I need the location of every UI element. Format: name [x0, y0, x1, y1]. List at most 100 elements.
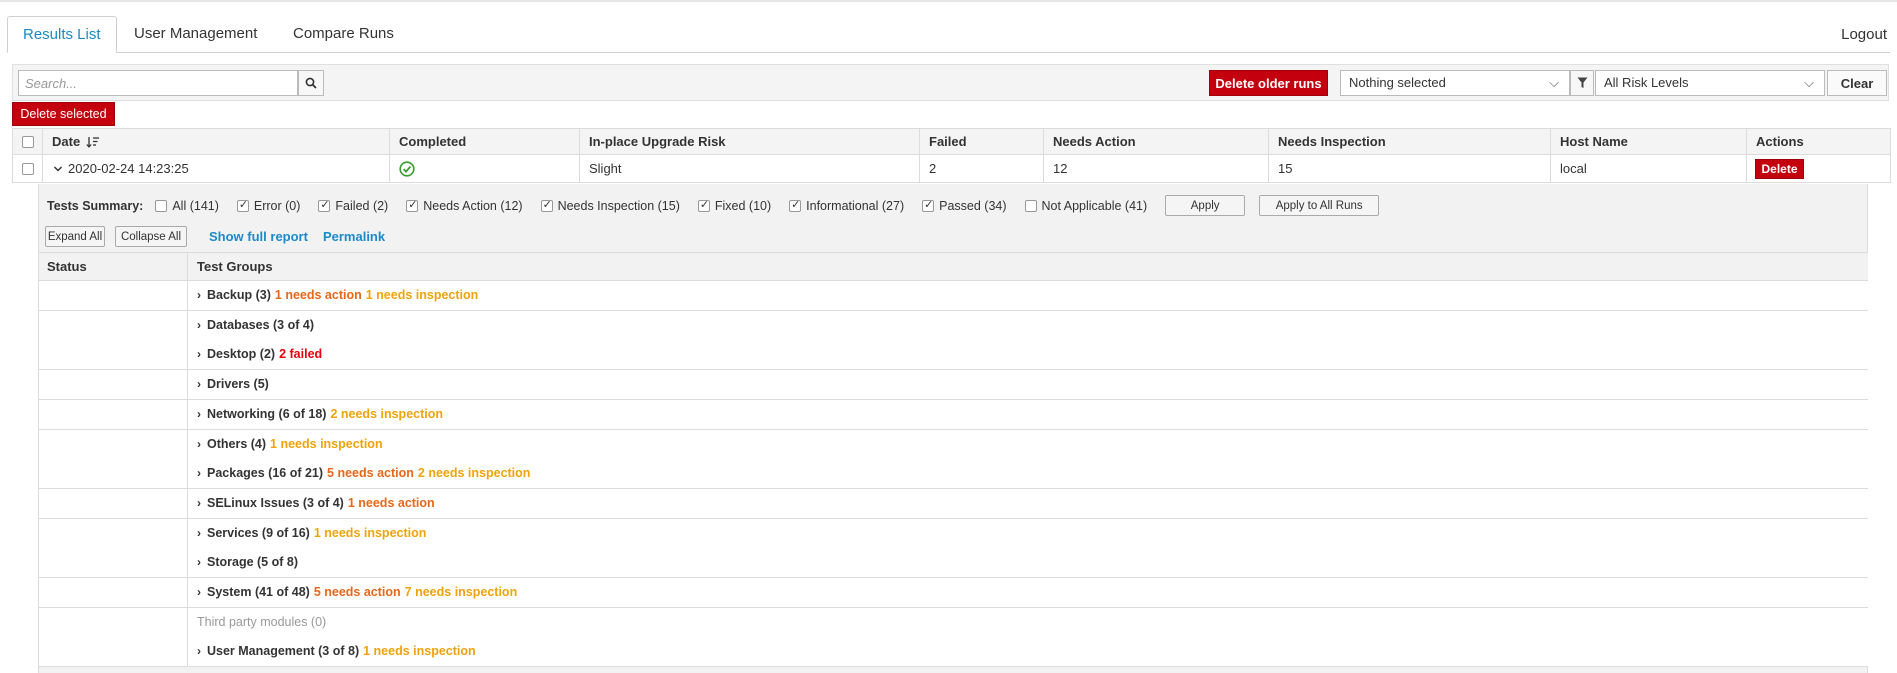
delete-selected-button[interactable]: Delete selected — [12, 102, 115, 126]
test-group-name-cell[interactable]: › Drivers (5) — [187, 370, 269, 400]
test-group-name-cell[interactable]: › Storage (5 of 8) — [187, 548, 298, 578]
column-header-actions: Actions — [1746, 129, 1891, 154]
test-group-status — [39, 430, 187, 459]
chevron-right-icon[interactable]: › — [197, 288, 201, 302]
filter-error-label: Error (0) — [253, 198, 301, 213]
chevron-right-icon[interactable]: › — [197, 496, 201, 510]
test-group-row[interactable]: › Backup (3) 1 needs action 1 needs inspect… — [39, 281, 1868, 311]
test-group-row[interactable]: › Services (9 of 16) 1 needs inspection — [39, 518, 1868, 549]
row-needs-action: 12 — [1043, 155, 1268, 182]
chevron-right-icon[interactable]: › — [197, 407, 201, 421]
filter-not-applicable[interactable]: Not Applicable (41) — [1024, 199, 1147, 213]
test-group-row[interactable]: › Networking (6 of 18) 2 needs inspection — [39, 399, 1868, 430]
test-group-name-cell[interactable]: › System (41 of 48) 5 needs action 7 needs … — [187, 578, 517, 607]
search-input[interactable] — [18, 70, 298, 96]
test-group-name-cell[interactable]: › Desktop (2) 2 failed — [187, 340, 322, 370]
filter-error-checkbox[interactable] — [236, 198, 249, 212]
filter-needs-inspection-checkbox[interactable] — [540, 198, 553, 212]
select-all-checkbox[interactable] — [22, 135, 34, 148]
chevron-right-icon[interactable]: › — [197, 585, 201, 599]
tab-compare-runs[interactable]: Compare Runs — [278, 16, 409, 53]
test-group-status-tag: 1 needs action — [274, 288, 362, 302]
test-group-row[interactable]: › SELinux Issues (3 of 4) 1 needs action — [39, 488, 1868, 519]
test-group-row[interactable]: Third party modules (0) — [39, 607, 1868, 638]
show-full-report-link[interactable]: Show full report — [209, 229, 308, 244]
row-date-cell[interactable]: 2020-02-24 14:23:25 — [42, 155, 389, 182]
expand-all-button[interactable]: Expand All — [45, 226, 105, 247]
filter-fixed-checkbox[interactable] — [697, 198, 710, 212]
column-header-date-label: Date — [52, 134, 81, 149]
test-group-name: Packages (16 of 21) — [207, 466, 324, 481]
tests-summary-label: Tests Summary: — [47, 198, 144, 213]
filter-needs-inspection[interactable]: Needs Inspection (15) — [540, 198, 680, 213]
test-group-row[interactable]: › Storage (5 of 8) — [39, 548, 1868, 579]
test-group-name: Backup (3) — [207, 288, 271, 302]
test-group-row[interactable]: › User Management (3 of 8) 1 needs inspect… — [39, 637, 1868, 668]
test-group-row[interactable]: › System (41 of 48) 5 needs action 7 needs … — [39, 578, 1868, 608]
filter-informational[interactable]: Informational (27) — [789, 198, 904, 213]
test-group-row[interactable]: › Others (4) 1 needs inspection — [39, 429, 1868, 460]
row-checkbox[interactable] — [22, 162, 34, 175]
filter-passed-label: Passed (34) — [939, 198, 1007, 213]
chevron-right-icon[interactable]: › — [197, 466, 201, 480]
test-group-status — [39, 519, 187, 548]
test-group-row[interactable]: › Packages (16 of 21) 5 needs action 2 need… — [39, 459, 1868, 490]
test-group-name-cell[interactable]: › Packages (16 of 21) 5 needs action 2 need… — [187, 459, 530, 489]
test-group-name-cell[interactable]: › Services (9 of 16) 1 needs inspection — [187, 518, 426, 548]
test-group-name-cell[interactable]: › User Management (3 of 8) 1 needs inspect… — [187, 637, 476, 667]
test-group-name-cell[interactable]: › Backup (3) 1 needs action 1 needs inspect… — [187, 281, 478, 310]
chevron-right-icon[interactable]: › — [197, 318, 201, 332]
filter-failed[interactable]: Failed (2) — [318, 198, 388, 213]
filter-failed-checkbox[interactable] — [318, 198, 331, 212]
test-group-name-cell[interactable]: › Databases (3 of 4) — [187, 310, 314, 340]
filter-all-checkbox[interactable] — [155, 199, 168, 212]
chevron-right-icon[interactable]: › — [197, 437, 201, 451]
test-group-row[interactable]: › Drivers (5) — [39, 370, 1868, 401]
delete-run-button[interactable]: Delete — [1755, 158, 1804, 179]
column-header-test-groups: Test Groups — [187, 253, 273, 281]
chevron-right-icon[interactable]: › — [197, 644, 201, 658]
clear-button[interactable]: Clear — [1827, 70, 1887, 96]
chevron-right-icon[interactable]: › — [197, 377, 201, 391]
delete-older-runs-button[interactable]: Delete older runs — [1209, 70, 1328, 96]
chevron-down-icon[interactable] — [53, 165, 63, 173]
test-group-name-cell[interactable]: › SELinux Issues (3 of 4) 1 needs action — [187, 488, 435, 518]
test-group-name-cell[interactable]: Third party modules (0) — [187, 607, 326, 637]
filter-passed[interactable]: Passed (34) — [922, 198, 1007, 213]
filter-informational-checkbox[interactable] — [789, 198, 802, 212]
search-icon — [305, 77, 317, 89]
selection-dropdown-value: Nothing selected — [1349, 75, 1446, 90]
tab-user-management[interactable]: User Management — [119, 16, 272, 53]
test-group-name: Databases (3 of 4) — [207, 317, 314, 332]
table-row[interactable]: 2020-02-24 14:23:25 Slight 2 12 15 local… — [12, 155, 1891, 183]
collapse-all-button[interactable]: Collapse All — [115, 226, 187, 247]
permalink-link[interactable]: Permalink — [323, 229, 385, 244]
tab-results-list[interactable]: Results List — [7, 16, 117, 53]
test-group-status — [39, 578, 187, 607]
test-group-name-cell[interactable]: › Others (4) 1 needs inspection — [187, 429, 383, 459]
apply-button[interactable]: Apply — [1165, 195, 1246, 216]
filter-needs-action-checkbox[interactable] — [406, 198, 419, 212]
filter-passed-checkbox[interactable] — [922, 198, 935, 212]
chevron-right-icon[interactable]: › — [197, 347, 201, 361]
test-group-name-cell[interactable]: › Networking (6 of 18) 2 needs inspection — [187, 399, 443, 429]
column-header-date[interactable]: Date — [42, 129, 389, 154]
chevron-right-icon[interactable]: › — [197, 526, 201, 540]
logout-link[interactable]: Logout — [1841, 16, 1887, 53]
filter-not-applicable-checkbox[interactable] — [1024, 199, 1037, 212]
row-date: 2020-02-24 14:23:25 — [68, 161, 189, 176]
risk-level-dropdown[interactable]: All Risk Levels ⌵ — [1595, 70, 1825, 96]
filter-button[interactable] — [1570, 70, 1594, 96]
top-border — [0, 0, 1897, 2]
filter-needs-action[interactable]: Needs Action (12) — [406, 198, 523, 213]
test-group-row[interactable]: › Databases (3 of 4) — [39, 310, 1868, 341]
chevron-right-icon[interactable]: › — [197, 555, 201, 569]
test-group-row[interactable]: › Desktop (2) 2 failed — [39, 340, 1868, 371]
search-button[interactable] — [298, 70, 324, 96]
filter-error[interactable]: Error (0) — [236, 198, 301, 213]
filter-fixed[interactable]: Fixed (10) — [697, 198, 771, 213]
selection-dropdown[interactable]: Nothing selected ⌵ — [1340, 70, 1570, 96]
column-header-host-name: Host Name — [1550, 129, 1746, 154]
apply-to-all-runs-button[interactable]: Apply to All Runs — [1259, 195, 1380, 216]
filter-all[interactable]: All (141) — [155, 199, 219, 213]
